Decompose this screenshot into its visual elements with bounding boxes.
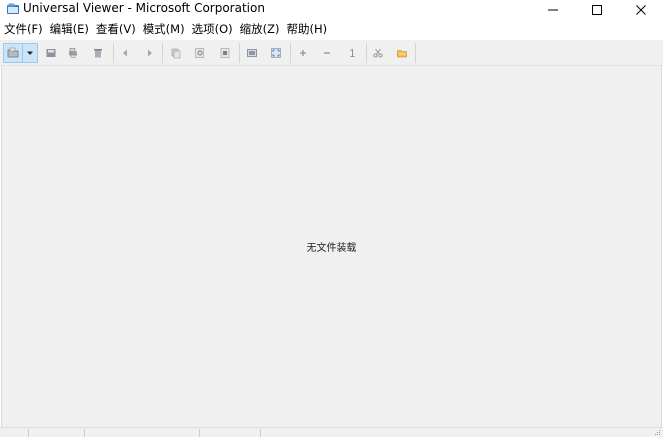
menu-edit[interactable]: 编辑(E): [46, 20, 92, 39]
menu-bar: 文件(F) 编辑(E) 查看(V) 模式(M) 选项(O) 缩放(Z) 帮助(H…: [0, 20, 663, 39]
open-dropdown-button[interactable]: [22, 43, 38, 63]
edit-icon: [220, 48, 230, 58]
open-folder-icon: [7, 47, 19, 58]
zoom-out-icon: [324, 52, 330, 54]
zoom-in-icon: [300, 50, 306, 56]
resize-grip-icon[interactable]: [654, 429, 661, 436]
toolbar-separator: [366, 43, 367, 63]
zoom-reset-icon: [350, 48, 355, 57]
find-button[interactable]: [190, 43, 210, 63]
options-button[interactable]: [368, 43, 388, 63]
back-button[interactable]: [116, 43, 136, 63]
toolbar: [0, 40, 663, 66]
dropdown-arrow-icon: [27, 51, 33, 55]
title-bar[interactable]: Universal Viewer - Microsoft Corporation: [0, 0, 663, 19]
fullscreen-button[interactable]: [266, 43, 286, 63]
delete-button[interactable]: [88, 43, 108, 63]
toolbar-separator: [290, 43, 291, 63]
forward-button[interactable]: [139, 43, 159, 63]
forward-arrow-icon: [148, 49, 152, 57]
menu-options[interactable]: 选项(O): [188, 20, 236, 39]
zoom-in-button[interactable]: [293, 43, 313, 63]
save-button[interactable]: [41, 43, 61, 63]
back-arrow-icon: [123, 49, 127, 57]
zoom-reset-button[interactable]: [342, 43, 362, 63]
print-icon: [69, 48, 77, 58]
zoom-out-button[interactable]: [317, 43, 337, 63]
folder-icon: [397, 50, 407, 58]
toolbar-separator: [113, 43, 114, 63]
maximize-button[interactable]: [575, 0, 619, 19]
close-button[interactable]: [619, 0, 663, 19]
fit-window-button[interactable]: [242, 43, 262, 63]
app-window: Universal Viewer - Microsoft Corporation…: [0, 0, 663, 437]
close-icon: [636, 4, 646, 15]
fit-window-icon: [247, 49, 257, 57]
maximize-icon: [592, 4, 602, 15]
edit-button[interactable]: [215, 43, 235, 63]
toolbar-separator: [239, 43, 240, 63]
menu-zoom[interactable]: 缩放(Z): [236, 20, 283, 39]
menu-help[interactable]: 帮助(H): [282, 20, 330, 39]
app-icon: [7, 3, 19, 14]
no-file-message: 无文件装载: [306, 243, 357, 254]
window-title: Universal Viewer - Microsoft Corporation: [23, 1, 265, 15]
copy-icon: [171, 48, 181, 59]
open-button[interactable]: [3, 43, 23, 63]
options-icon: [373, 48, 383, 58]
save-icon: [46, 49, 56, 57]
menu-mode[interactable]: 模式(M): [139, 20, 188, 39]
toolbar-separator: [415, 43, 416, 63]
folder-button[interactable]: [392, 43, 412, 63]
fullscreen-icon: [271, 48, 281, 58]
print-button[interactable]: [63, 43, 83, 63]
minimize-button[interactable]: [531, 0, 575, 19]
minimize-icon: [548, 9, 558, 10]
menu-file[interactable]: 文件(F): [0, 20, 46, 39]
copy-button[interactable]: [166, 43, 186, 63]
delete-icon: [94, 49, 102, 58]
menu-view[interactable]: 查看(V): [92, 20, 139, 39]
toolbar-separator: [162, 43, 163, 63]
find-icon: [195, 48, 204, 58]
viewer-area[interactable]: 无文件装载: [1, 66, 662, 427]
